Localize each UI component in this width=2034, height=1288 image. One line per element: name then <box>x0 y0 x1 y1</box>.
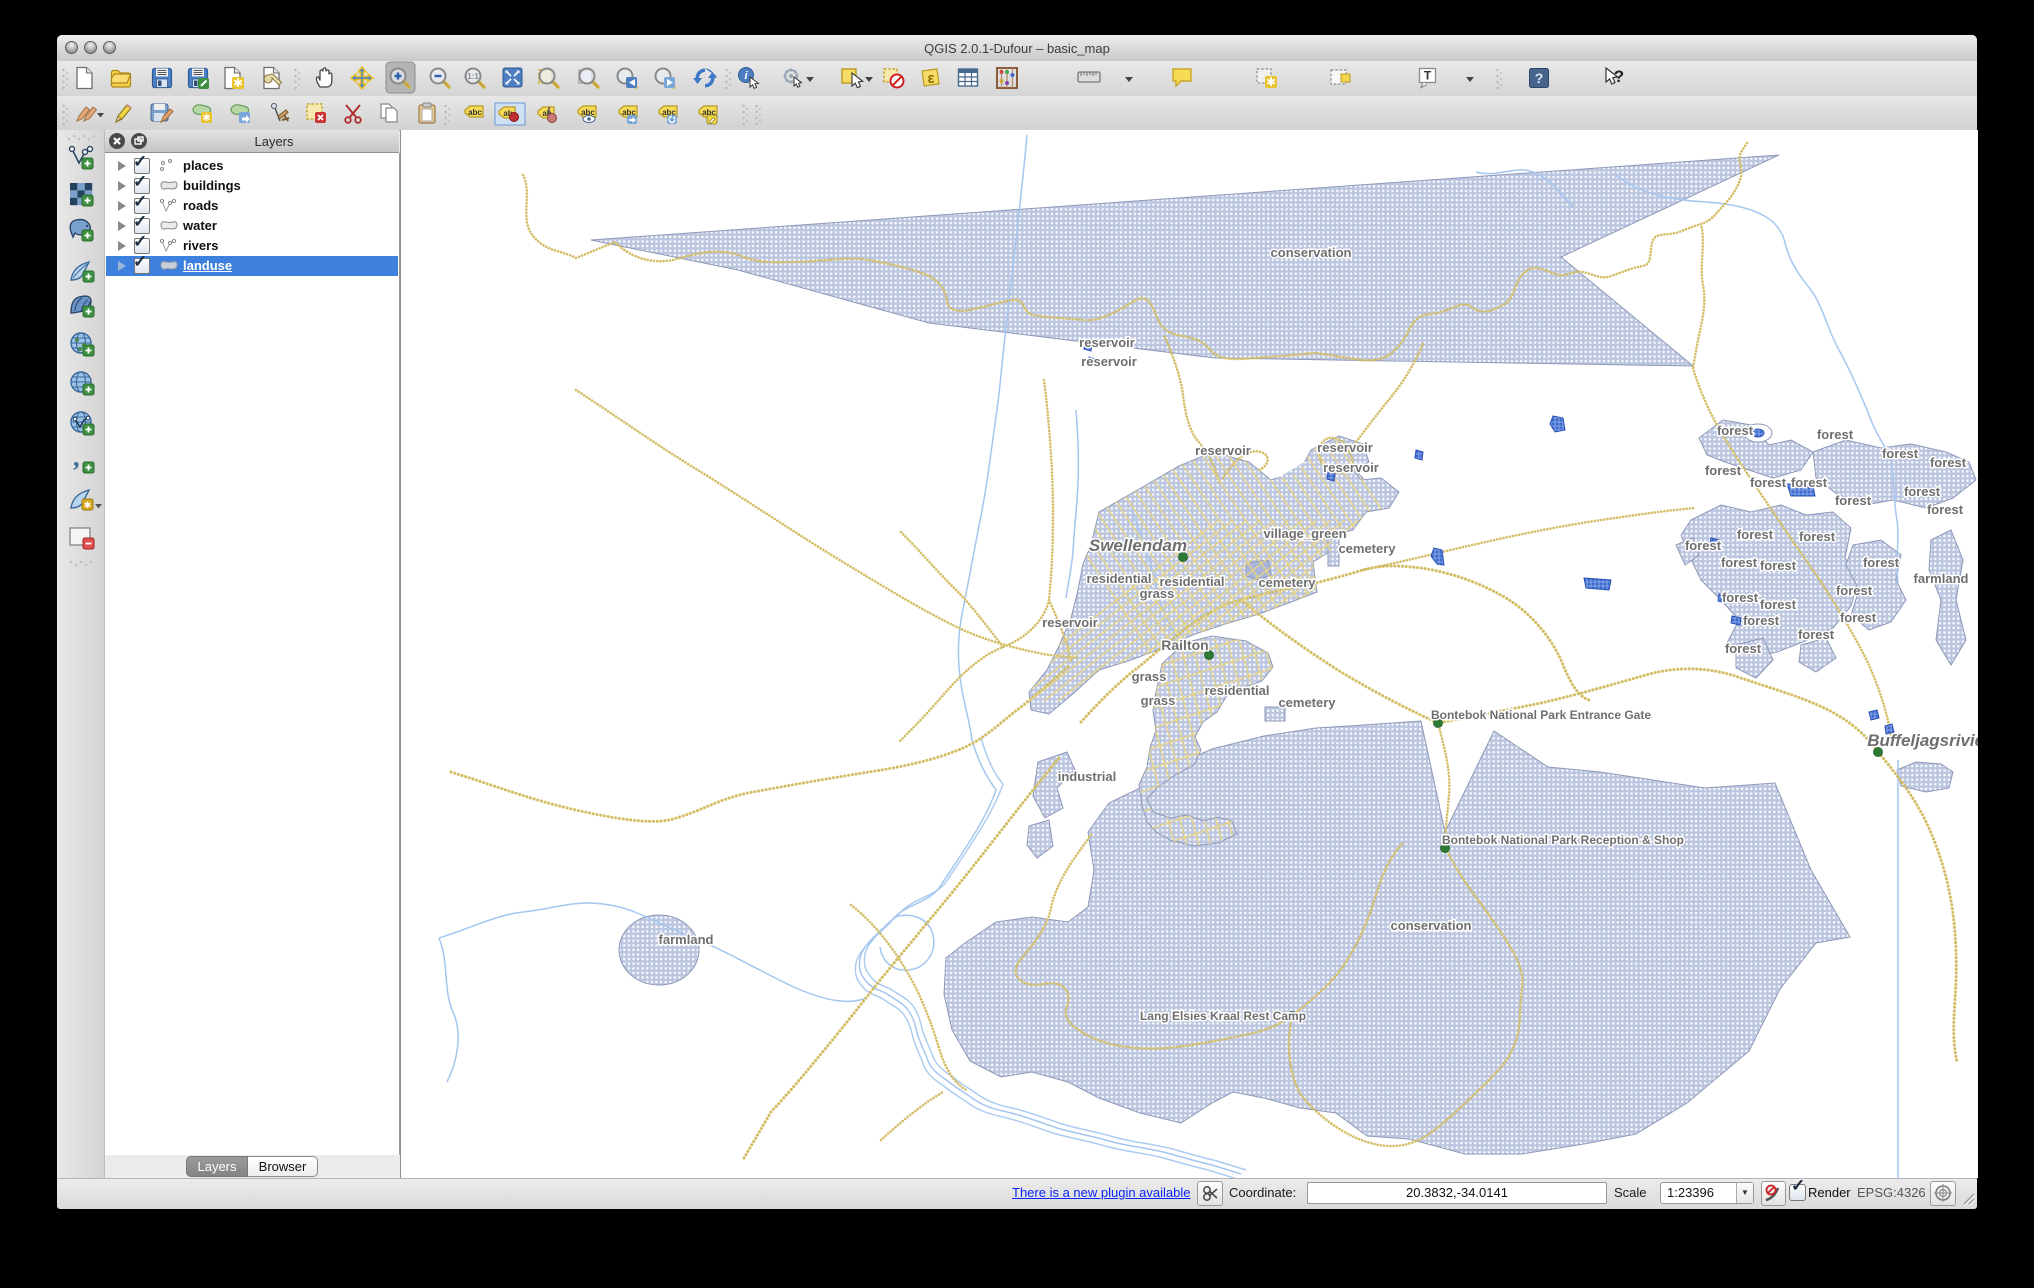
svg-text:✱: ✱ <box>202 113 210 124</box>
svg-text:Bontebok National Park Recepti: Bontebok National Park Reception & Shop <box>1442 833 1684 847</box>
svg-text:conservation: conservation <box>1391 918 1472 933</box>
svg-text:✱: ✱ <box>1266 75 1276 89</box>
svg-text:residential: residential <box>1086 571 1151 586</box>
svg-text:forest: forest <box>1882 446 1919 461</box>
svg-text:forest: forest <box>1737 527 1774 542</box>
svg-text:forest: forest <box>1760 597 1797 612</box>
svg-text:forest: forest <box>1835 493 1872 508</box>
svg-text:forest: forest <box>1725 641 1762 656</box>
svg-text:cemetery: cemetery <box>1338 541 1396 556</box>
svg-text:,: , <box>73 443 80 472</box>
svg-text:reservoir: reservoir <box>1079 335 1135 350</box>
svg-text:forest: forest <box>1840 610 1877 625</box>
svg-text:reservoir: reservoir <box>1081 354 1137 369</box>
svg-text:Lang Elsies Kraal Rest Camp: Lang Elsies Kraal Rest Camp <box>1140 1009 1306 1023</box>
svg-text:forest: forest <box>1904 484 1941 499</box>
svg-text:Bontebok National Park Entranc: Bontebok National Park Entrance Gate <box>1431 708 1651 722</box>
svg-text:forest: forest <box>1791 475 1828 490</box>
svg-text:reservoir: reservoir <box>1042 615 1098 630</box>
svg-text:reservoir: reservoir <box>1323 460 1379 475</box>
svg-text:forest: forest <box>1721 555 1758 570</box>
svg-text:Railton: Railton <box>1161 637 1208 653</box>
svg-text:ε: ε <box>927 70 934 87</box>
svg-text:forest: forest <box>1743 613 1780 628</box>
svg-text:✱: ✱ <box>84 500 92 510</box>
svg-text:forest: forest <box>1750 475 1787 490</box>
svg-text:forest: forest <box>1799 529 1836 544</box>
svg-text:farmland: farmland <box>659 932 714 947</box>
svg-text:forest: forest <box>1863 555 1900 570</box>
svg-text:?: ? <box>1614 67 1624 86</box>
svg-text:forest: forest <box>1927 502 1964 517</box>
svg-text:residential: residential <box>1204 683 1269 698</box>
svg-text:1:1: 1:1 <box>467 72 479 81</box>
svg-text:forest: forest <box>1705 463 1742 478</box>
svg-text:forest: forest <box>1817 427 1854 442</box>
svg-text:industrial: industrial <box>1058 769 1117 784</box>
svg-text:grass: grass <box>1132 669 1167 684</box>
svg-text:cemetery: cemetery <box>1258 575 1316 590</box>
svg-text:reservoir: reservoir <box>1317 440 1373 455</box>
svg-text:Buffeljagsrivier: Buffeljagsrivier <box>1867 731 1978 750</box>
svg-text:cemetery: cemetery <box>1278 695 1336 710</box>
svg-text:forest: forest <box>1798 627 1835 642</box>
svg-text:forest: forest <box>1760 558 1797 573</box>
svg-text:village_green: village_green <box>1263 526 1346 541</box>
svg-text:farmland: farmland <box>1914 571 1969 586</box>
svg-text:T: T <box>1424 69 1432 83</box>
svg-text:forest: forest <box>1836 583 1873 598</box>
svg-text:forest: forest <box>1717 423 1754 438</box>
svg-text:grass: grass <box>1141 693 1176 708</box>
svg-text:forest: forest <box>1685 538 1722 553</box>
svg-text:conservation: conservation <box>1271 245 1352 260</box>
svg-text:grass: grass <box>1140 586 1175 601</box>
svg-text:forest: forest <box>1722 590 1759 605</box>
svg-text:Swellendam: Swellendam <box>1089 536 1187 555</box>
svg-text:reservoir: reservoir <box>1195 443 1251 458</box>
svg-text:forest: forest <box>1930 455 1967 470</box>
svg-text:✱: ✱ <box>233 76 243 90</box>
svg-text:?: ? <box>1535 70 1544 86</box>
